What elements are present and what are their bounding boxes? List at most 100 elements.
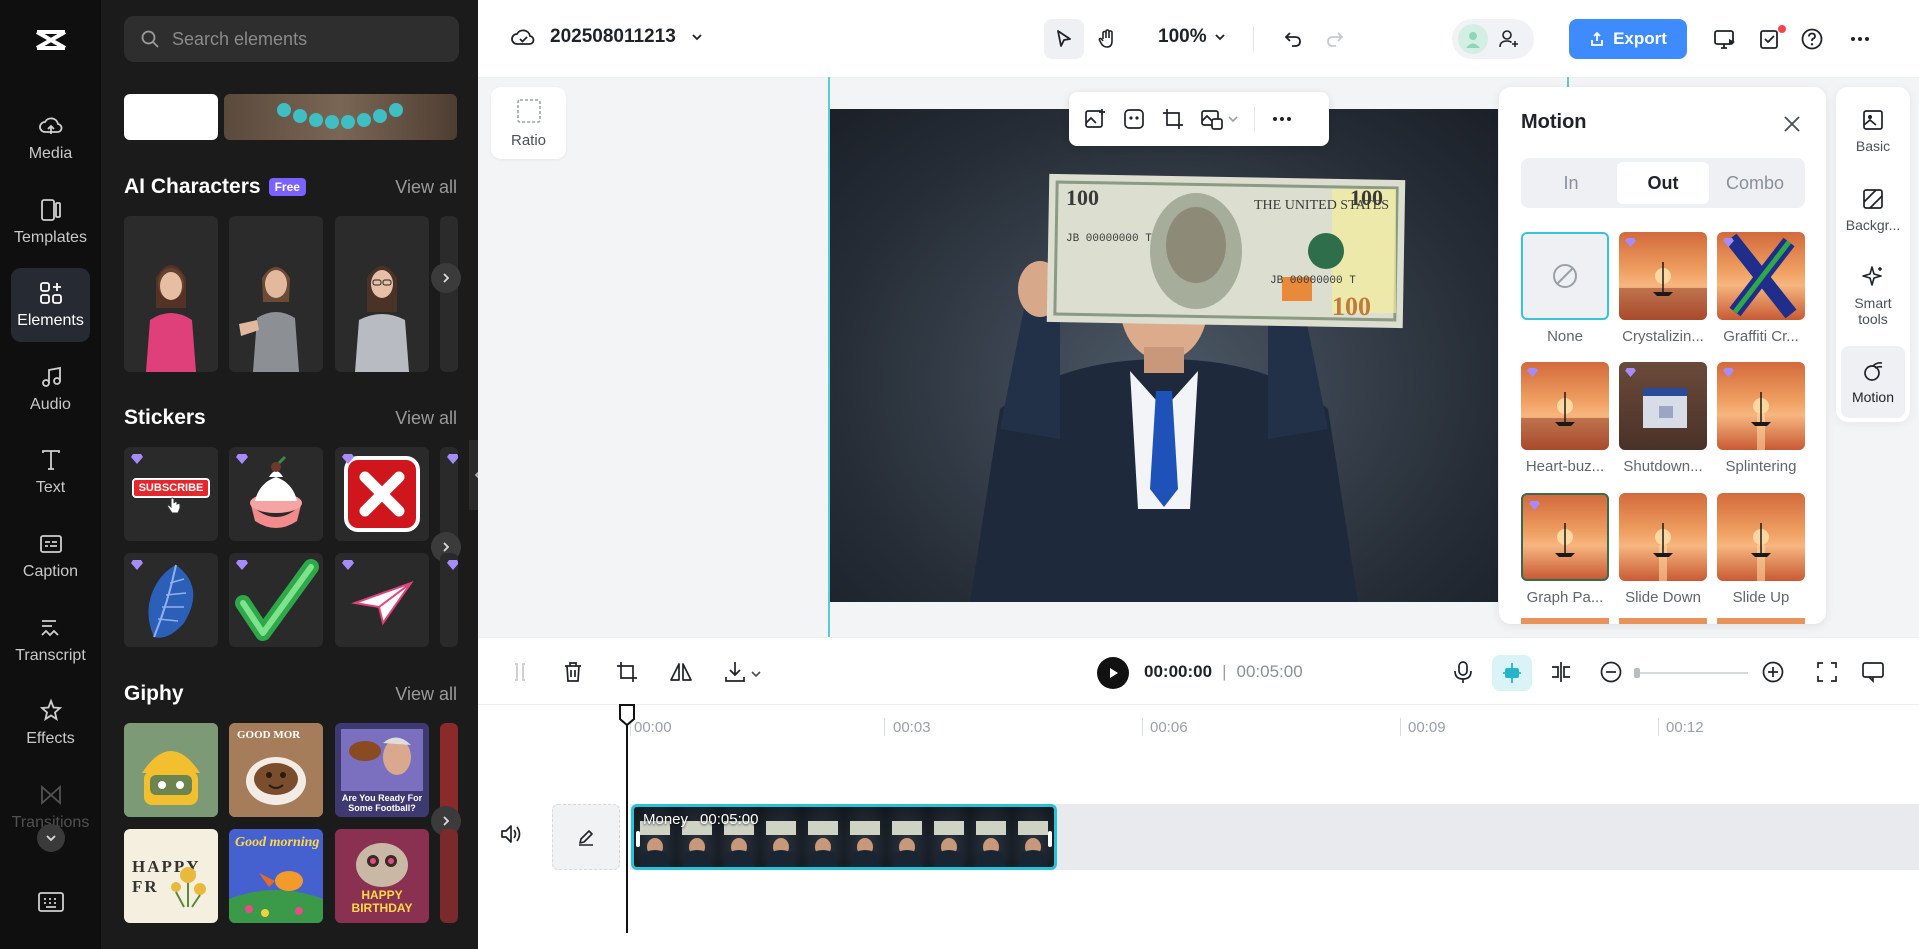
sticker-thumbnail[interactable] [335, 553, 429, 647]
crop-icon[interactable] [1161, 107, 1185, 131]
gif-thumbnail[interactable] [440, 829, 458, 923]
ai-characters-next-button[interactable] [431, 263, 461, 293]
redo-button[interactable] [1315, 19, 1355, 59]
zoom-in-icon[interactable] [1760, 659, 1786, 685]
comment-icon[interactable] [1860, 659, 1886, 685]
rail-item-elements[interactable]: Elements [11, 268, 90, 342]
download-icon[interactable] [722, 659, 748, 685]
ratio-button[interactable]: Ratio [491, 87, 566, 159]
microphone-icon[interactable] [1450, 659, 1476, 685]
rail-item-audio[interactable]: Audio [11, 352, 90, 426]
more-horizontal-icon[interactable] [1270, 107, 1294, 131]
video-preview-image[interactable]: 100 100 100 THE UNITED STATES JB 0000000… [830, 109, 1498, 602]
split-icon[interactable] [507, 659, 533, 685]
undo-button[interactable] [1273, 19, 1313, 59]
rail-item-caption[interactable]: Caption [11, 519, 90, 593]
sticker-thumbnail[interactable] [440, 553, 458, 647]
ai-cutout-icon[interactable] [1122, 107, 1146, 131]
tab-combo[interactable]: Combo [1709, 162, 1801, 204]
split-view-icon[interactable] [1548, 659, 1574, 685]
sticker-thumbnail[interactable] [440, 447, 458, 541]
rail-item-media[interactable]: Media [11, 101, 90, 175]
animation-graph-paper[interactable]: Graph Pa... [1521, 493, 1609, 606]
crop-icon[interactable] [614, 659, 640, 685]
collaborators-group[interactable] [1452, 19, 1534, 59]
gif-thumbnail[interactable]: HAPPY FR [124, 829, 218, 923]
cover-edit-button[interactable] [552, 804, 620, 870]
hand-tool-button[interactable] [1087, 19, 1127, 59]
gif-thumbnail[interactable] [440, 723, 458, 817]
gif-thumbnail[interactable]: Are You Ready For Some Football? [335, 723, 429, 817]
play-button[interactable] [1097, 657, 1129, 689]
snap-toggle-button[interactable] [1492, 655, 1532, 691]
fit-screen-icon[interactable] [1814, 659, 1840, 685]
select-tool-button[interactable] [1044, 19, 1084, 59]
track-volume-icon[interactable] [498, 821, 524, 847]
rail-item-transcript[interactable]: Transcript [11, 603, 90, 677]
animation-slide-down[interactable]: Slide Down [1619, 493, 1707, 606]
ai-character-thumbnail[interactable] [335, 216, 429, 372]
delete-icon[interactable] [560, 659, 586, 685]
search-input[interactable] [172, 28, 442, 50]
search-box[interactable] [124, 16, 459, 62]
playhead-handle-icon[interactable] [618, 703, 636, 727]
side-tab-basic[interactable]: Basic [1841, 95, 1905, 167]
adjust-image-icon[interactable] [1200, 107, 1224, 131]
animation-graffiti-cross[interactable]: Graffiti Cr... [1717, 232, 1805, 345]
element-thumbnail[interactable] [124, 94, 218, 140]
chevron-down-icon[interactable] [750, 668, 762, 680]
more-menu-button[interactable] [1840, 19, 1880, 59]
side-tab-background[interactable]: Backgr... [1841, 174, 1905, 246]
animation-splintering[interactable]: Splintering [1717, 362, 1805, 475]
sticker-thumbnail[interactable] [124, 553, 218, 647]
sticker-thumbnail[interactable]: SUBSCRIBE [124, 447, 218, 541]
rail-item-text[interactable]: Text [11, 435, 90, 509]
sticker-thumbnail[interactable] [229, 553, 323, 647]
replace-image-icon[interactable] [1083, 107, 1107, 131]
gif-thumbnail[interactable]: HAPPY BIRTHDAY [335, 829, 429, 923]
help-button[interactable] [1792, 19, 1832, 59]
chevron-down-icon[interactable] [1227, 113, 1239, 125]
side-tab-motion[interactable]: Motion [1841, 346, 1905, 418]
side-tab-smart-tools[interactable]: Smart tools [1841, 253, 1905, 339]
animation-heart-buzz[interactable]: Heart-buz... [1521, 362, 1609, 475]
zoom-dropdown[interactable]: 100% [1158, 26, 1227, 48]
giphy-view-all-link[interactable]: View all [395, 684, 457, 705]
zoom-out-icon[interactable] [1598, 659, 1624, 685]
timeline[interactable]: 00:00 00:03 00:06 00:09 00:12 Money 00:0… [478, 703, 1919, 949]
rail-item-effects[interactable]: Effects [11, 686, 90, 760]
export-button[interactable]: Export [1569, 19, 1687, 59]
sticker-thumbnail[interactable] [229, 447, 323, 541]
clip-trim-handle-left[interactable] [636, 831, 640, 847]
add-user-icon[interactable] [1498, 28, 1520, 50]
animation-slide-up[interactable]: Slide Up [1717, 493, 1805, 606]
sticker-thumbnail[interactable] [335, 447, 429, 541]
playhead[interactable] [626, 705, 628, 933]
tab-in[interactable]: In [1525, 162, 1617, 204]
rail-item-templates[interactable]: Templates [11, 185, 90, 259]
project-title[interactable]: 202508011213 [510, 24, 704, 50]
ai-character-thumbnail[interactable] [229, 216, 323, 372]
zoom-slider-track[interactable] [1636, 672, 1748, 674]
animation-crystalizing[interactable]: Crystalizin... [1619, 232, 1707, 345]
animation-none[interactable]: None [1521, 232, 1609, 345]
tab-out[interactable]: Out [1617, 162, 1709, 204]
mirror-icon[interactable] [668, 659, 694, 685]
gif-thumbnail[interactable]: Good morning [229, 829, 323, 923]
close-icon[interactable] [1781, 113, 1803, 135]
stickers-view-all-link[interactable]: View all [395, 408, 457, 429]
video-clip[interactable]: Money 00:05:00 [631, 804, 1057, 870]
ai-characters-view-all-link[interactable]: View all [395, 177, 457, 198]
gif-thumbnail[interactable]: GOOD MOR [229, 723, 323, 817]
tasks-button[interactable] [1750, 19, 1790, 59]
gif-thumbnail[interactable] [124, 723, 218, 817]
present-button[interactable] [1705, 19, 1745, 59]
clip-trim-handle-right[interactable] [1048, 831, 1052, 847]
ai-character-thumbnail[interactable] [124, 216, 218, 372]
zoom-slider-handle[interactable] [1634, 668, 1640, 678]
keyboard-icon[interactable] [37, 890, 65, 914]
animation-shutdown[interactable]: Shutdown... [1619, 362, 1707, 475]
element-thumbnail[interactable] [224, 94, 457, 140]
ai-character-thumbnail[interactable] [440, 216, 458, 372]
rail-more-button[interactable] [37, 824, 65, 852]
